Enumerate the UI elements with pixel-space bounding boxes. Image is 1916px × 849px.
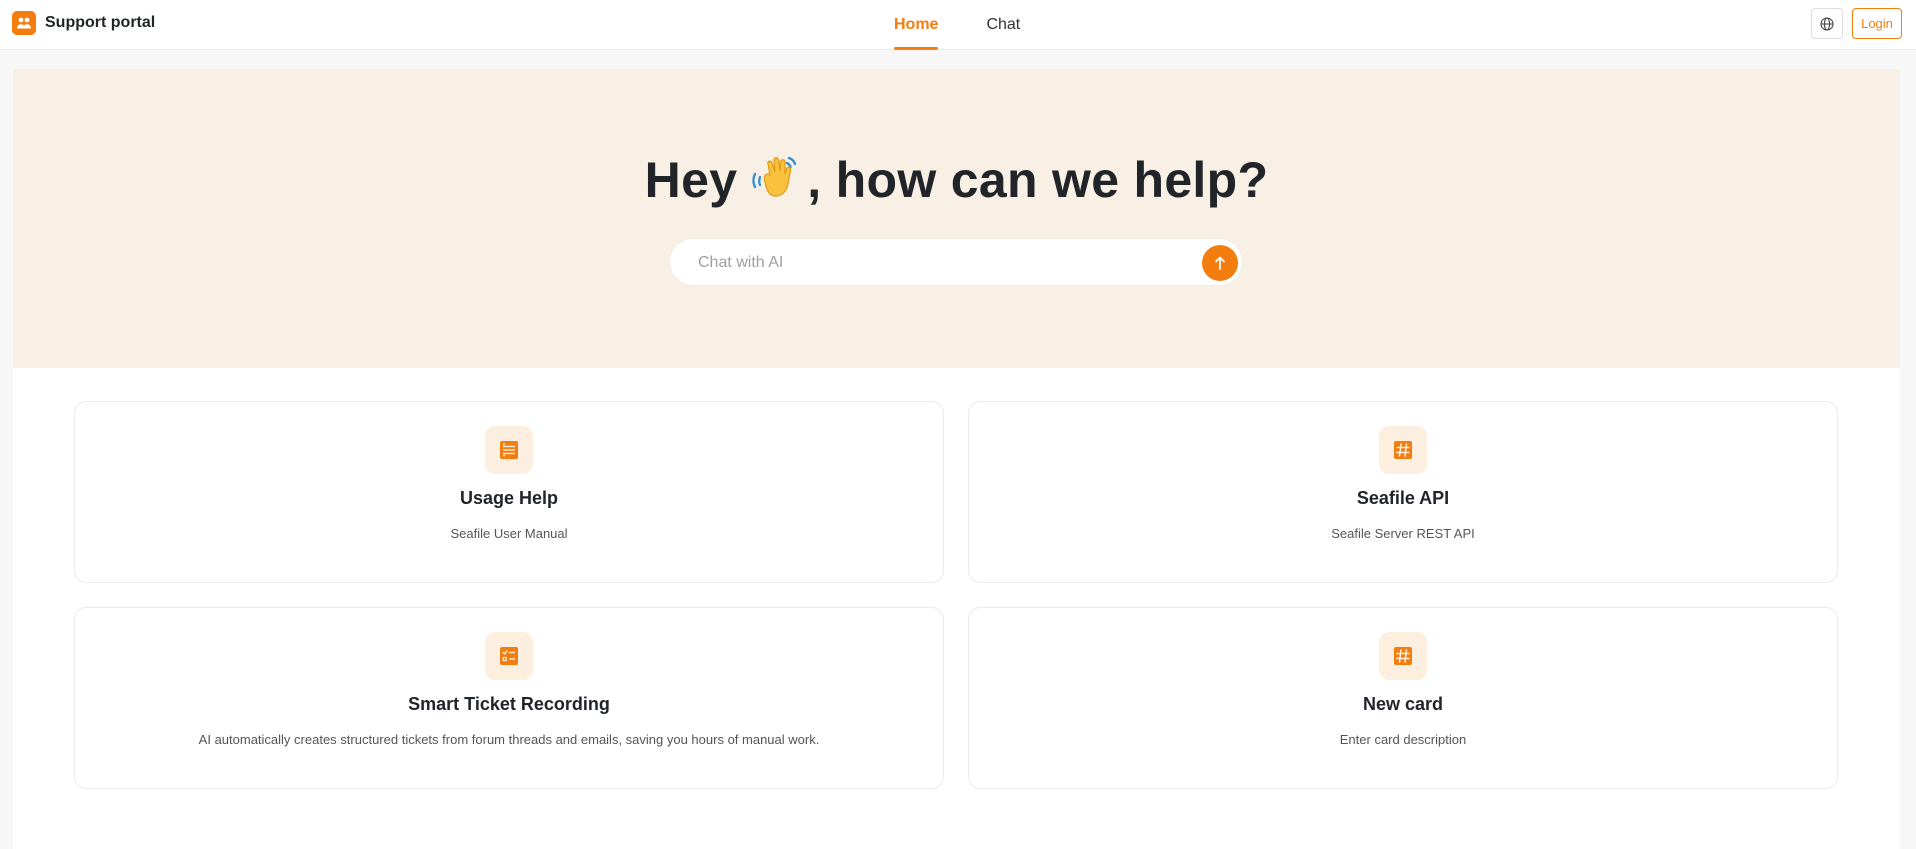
waving-hand-icon [749,152,801,216]
card-description: Enter card description [1339,732,1467,747]
card-title: Usage Help [459,488,559,508]
brand-name: Support portal [45,14,156,31]
nav-tab-home[interactable]: Home [880,0,952,50]
globe-icon [1820,16,1834,31]
language-button[interactable] [1811,8,1843,39]
login-button[interactable]: Login [1852,8,1902,39]
main-nav: Home Chat [880,0,1054,50]
card-title: Smart Ticket Recording [408,694,610,714]
card-seafile-api[interactable]: Seafile API Seafile Server REST API [968,401,1838,583]
hashtag-icon [1379,426,1427,474]
nav-tab-chat[interactable]: Chat [972,0,1034,50]
brand[interactable]: Support portal [12,11,155,35]
card-new-card[interactable]: New card Enter card description [968,607,1838,789]
send-button[interactable] [1202,245,1238,281]
hero-title-question: , how can we help? [807,152,1269,208]
chat-box [669,238,1243,286]
card-description: Seafile Server REST API [1331,526,1475,541]
hero-section: Hey , how can we help? [13,69,1900,368]
card-smart-ticket-recording[interactable]: Smart Ticket Recording AI automatically … [74,607,944,789]
card-description: Seafile User Manual [450,526,568,541]
card-title: New card [1362,694,1444,714]
card-description: AI automatically creates structured tick… [198,732,820,747]
brand-logo-icon [12,11,36,35]
card-title: Seafile API [1356,488,1450,508]
hero-title: Hey , how can we help? [13,151,1900,216]
card-usage-help[interactable]: Usage Help Seafile User Manual [74,401,944,583]
list-icon [485,426,533,474]
arrow-up-icon [1215,256,1225,270]
main-content: Hey , how can we help? Chat with AI Usag… [13,69,1900,849]
hero-title-greeting: Hey [644,152,738,208]
checklist-icon [485,632,533,680]
hashtag-icon [1379,632,1427,680]
top-bar: Support portal Home Chat Login [0,0,1916,50]
chat-input[interactable] [696,249,1176,277]
